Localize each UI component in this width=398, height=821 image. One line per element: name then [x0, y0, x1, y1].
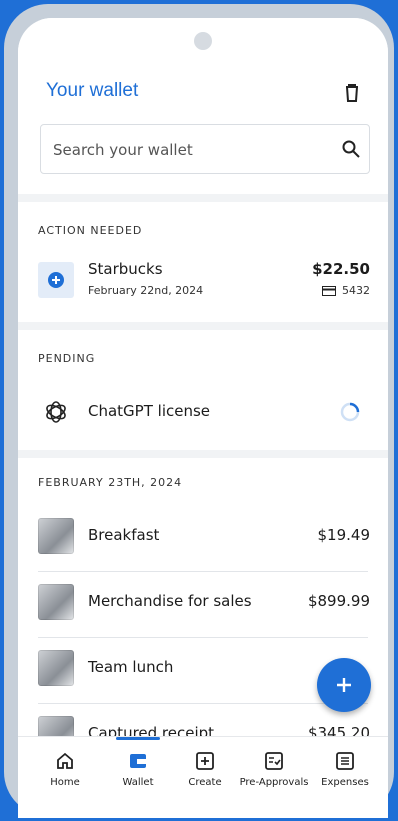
card-last-digits: 5432 — [342, 284, 370, 297]
loading-spinner-icon — [340, 402, 360, 422]
plus-icon — [337, 678, 351, 692]
wallet-icon — [130, 754, 146, 768]
add-fab-button[interactable] — [317, 658, 371, 712]
row-divider — [38, 703, 368, 704]
section-label-date: FEBRUARY 23TH, 2024 — [38, 476, 183, 489]
nav-label: Wallet — [122, 777, 154, 788]
active-tab-indicator — [116, 737, 160, 740]
page-title: Your wallet — [46, 80, 139, 101]
nav-item-pre-approvals[interactable]: Pre-Approvals — [234, 751, 314, 788]
receipt-thumbnail — [38, 650, 74, 686]
pending-section: PENDING ChatGPT license — [18, 330, 388, 450]
nav-label: Pre-Approvals — [239, 777, 309, 788]
receipt-thumbnail — [38, 518, 74, 554]
nav-item-home[interactable]: Home — [28, 751, 102, 788]
action-needed-row[interactable]: Starbucks February 22nd, 2024 $22.50 543… — [18, 252, 388, 312]
transaction-row[interactable]: Breakfast $19.49 — [18, 514, 388, 574]
nav-item-expenses[interactable]: Expenses — [308, 751, 382, 788]
expenses-icon — [336, 752, 354, 770]
camera-notch — [194, 32, 212, 50]
plus-circle-icon — [48, 272, 64, 288]
section-label-pending: PENDING — [38, 352, 96, 365]
app-screen: Your wallet ACTION NEEDED — [18, 18, 388, 818]
nav-item-create[interactable]: Create — [168, 751, 242, 788]
search-field — [40, 124, 370, 174]
transaction-title: Merchandise for sales — [88, 592, 252, 610]
trash-icon[interactable] — [340, 81, 364, 105]
home-icon — [57, 752, 73, 769]
nav-label: Create — [188, 777, 222, 788]
card-info: 5432 — [322, 284, 370, 297]
bottom-navigation: Home Wallet Create Pre-Approvals Expense… — [18, 736, 388, 818]
transaction-title: Breakfast — [88, 526, 160, 544]
transaction-row[interactable]: Merchandise for sales $899.99 — [18, 580, 388, 640]
phone-frame: Your wallet ACTION NEEDED — [4, 4, 394, 818]
add-receipt-button[interactable] — [38, 262, 74, 298]
nav-label: Expenses — [321, 777, 369, 788]
search-icon[interactable] — [341, 139, 361, 159]
openai-logo-icon — [46, 401, 66, 423]
credit-card-icon — [322, 285, 336, 296]
pending-item-title: ChatGPT license — [88, 402, 211, 420]
date-group-section: FEBRUARY 23TH, 2024 Breakfast $19.49 Mer… — [18, 458, 388, 758]
transaction-amount: $22.50 — [312, 260, 370, 278]
pending-row[interactable]: ChatGPT license — [18, 392, 388, 432]
transaction-title: Team lunch — [88, 658, 174, 676]
receipt-thumbnail — [38, 584, 74, 620]
merchant-name: Starbucks — [88, 260, 163, 278]
row-divider — [38, 571, 368, 572]
create-icon — [196, 752, 214, 770]
transaction-amount: $899.99 — [307, 592, 370, 610]
section-label-action-needed: ACTION NEEDED — [38, 224, 143, 237]
transaction-date: February 22nd, 2024 — [88, 284, 204, 297]
row-divider — [38, 637, 368, 638]
pre-approvals-icon — [265, 752, 283, 770]
nav-item-wallet[interactable]: Wallet — [101, 751, 175, 788]
transaction-amount: $19.49 — [317, 526, 371, 544]
search-input[interactable] — [51, 135, 325, 165]
app-header: Your wallet — [18, 18, 388, 194]
nav-label: Home — [50, 777, 80, 788]
action-needed-section: ACTION NEEDED Starbucks February 22nd, 2… — [18, 202, 388, 322]
